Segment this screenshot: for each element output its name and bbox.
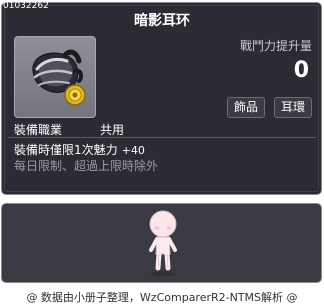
equip-effect-value: +40 bbox=[121, 144, 145, 157]
avatar-preview-panel bbox=[1, 203, 322, 283]
category-tag: 飾品 bbox=[227, 97, 266, 118]
item-icon-frame bbox=[14, 36, 96, 118]
character-avatar-icon bbox=[149, 210, 177, 277]
combat-power-value: 0 bbox=[293, 58, 309, 83]
job-value: 共用 bbox=[100, 123, 125, 137]
job-label: 裝備職業 bbox=[14, 123, 63, 137]
limit-note: 每日限制、超過上限時除外 bbox=[14, 159, 159, 173]
combat-power-label: 戰鬥力提升量 bbox=[239, 39, 312, 53]
shadow-earring-icon bbox=[32, 49, 86, 106]
divider bbox=[8, 137, 316, 138]
subcategory-tag: 耳環 bbox=[274, 97, 313, 118]
equip-effect: 裝備時僅限1次魅力 +40 bbox=[14, 141, 145, 158]
equip-effect-text: 裝備時僅限1次魅力 bbox=[14, 143, 118, 157]
item-title: 暗影耳环 bbox=[134, 13, 190, 29]
footer-credit: @ 数据由小册子整理，WzComparerR2-NTMS解析 @ bbox=[26, 291, 298, 304]
